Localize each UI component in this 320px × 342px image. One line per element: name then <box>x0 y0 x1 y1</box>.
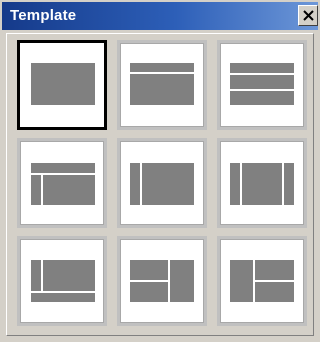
template-two-side-columns-icon <box>230 163 294 205</box>
close-button[interactable] <box>298 5 318 26</box>
template-left-column-icon <box>130 163 194 205</box>
close-icon <box>303 10 314 21</box>
template-header-left-column-icon <box>31 163 95 205</box>
template-single[interactable] <box>17 40 107 130</box>
template-header-top-icon <box>130 63 194 105</box>
template-header-right-column[interactable] <box>117 236 207 326</box>
template-left-column-right-split-icon <box>230 260 294 302</box>
template-three-rows-icon <box>230 63 294 105</box>
template-left-column-footer-icon <box>31 260 95 302</box>
template-two-side-columns[interactable] <box>217 138 307 228</box>
template-grid <box>6 33 314 336</box>
template-dialog: Template <box>0 0 320 342</box>
template-left-column-right-split[interactable] <box>217 236 307 326</box>
template-header-left-column[interactable] <box>17 138 107 228</box>
title-bar[interactable]: Template <box>2 2 318 30</box>
template-single-icon <box>31 63 95 105</box>
template-left-column-footer[interactable] <box>17 236 107 326</box>
template-header-top[interactable] <box>117 40 207 130</box>
window-title: Template <box>10 7 77 24</box>
template-header-right-column-icon <box>130 260 194 302</box>
template-left-column[interactable] <box>117 138 207 228</box>
template-three-rows[interactable] <box>217 40 307 130</box>
